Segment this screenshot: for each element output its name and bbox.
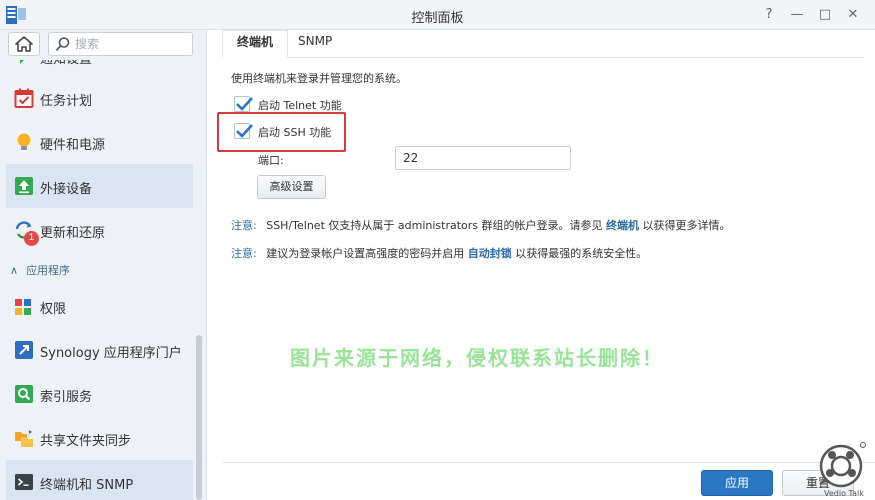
- sidebar-scrollbar[interactable]: [196, 335, 202, 500]
- close-button[interactable]: ✕: [843, 5, 863, 25]
- terminal-icon: [15, 474, 33, 490]
- search-input[interactable]: [75, 36, 187, 52]
- sidebar: 通知设置 任务计划 硬件和电源 外接设备 1: [0, 30, 207, 500]
- update-badge: 1: [24, 231, 39, 246]
- sidebar-item-label: 更新和还原: [40, 226, 106, 241]
- note-prefix: 注意:: [231, 247, 257, 260]
- section-header-label: 应用程序: [26, 264, 71, 277]
- window-title: 控制面板: [411, 11, 464, 26]
- folder-sync-icon: [15, 430, 33, 447]
- sidebar-item-terminal-snmp[interactable]: 终端机和 SNMP: [6, 460, 193, 500]
- note-text: 建议为登录帐户设置高强度的密码并启用: [266, 247, 465, 260]
- sidebar-item-hardware-power[interactable]: 硬件和电源: [6, 120, 193, 164]
- sidebar-item-folder-sync[interactable]: 共享文件夹同步: [6, 416, 193, 460]
- sidebar-item-indexing[interactable]: 索引服务: [6, 372, 193, 416]
- note-text: SSH/Telnet 仅支持从属于 administrators 群组的帐户登录…: [266, 219, 603, 232]
- note-prefix: 注意:: [231, 219, 257, 232]
- terminal-help-link[interactable]: 终端机: [606, 219, 639, 232]
- index-search-icon: [15, 385, 33, 403]
- sidebar-item-label: 外接设备: [40, 182, 93, 197]
- sidebar-item-external-devices[interactable]: 外接设备: [6, 164, 193, 208]
- portal-icon: [15, 341, 33, 359]
- home-button[interactable]: [8, 32, 40, 56]
- search-field[interactable]: [48, 32, 193, 56]
- sidebar-item-label: 共享文件夹同步: [40, 434, 132, 449]
- tab-snmp[interactable]: SNMP: [284, 30, 346, 58]
- home-icon: [15, 36, 33, 52]
- advanced-settings-button[interactable]: 高级设置: [257, 175, 326, 199]
- sidebar-item-app-portal[interactable]: Synology 应用程序门户: [6, 328, 193, 372]
- minimize-button[interactable]: —: [787, 5, 807, 25]
- chevron-up-icon: ∧: [10, 264, 19, 277]
- terminal-description: 使用终端机来登录并管理您的系统。: [231, 72, 407, 85]
- footer-bar: 应用 重置: [222, 462, 875, 500]
- sidebar-item-task-scheduler[interactable]: 任务计划: [6, 76, 193, 120]
- tab-terminal[interactable]: 终端机: [222, 30, 289, 58]
- sidebar-item-label: 权限: [40, 302, 67, 317]
- logo-text: Vedio Talk: [824, 489, 864, 498]
- sidebar-item-label: 索引服务: [40, 390, 93, 405]
- note-text-end: 以获得最强的系统安全性。: [515, 247, 648, 260]
- section-header-applications[interactable]: ∧ 应用程序: [10, 262, 70, 278]
- telnet-checkbox[interactable]: [234, 96, 253, 112]
- note-text-end: 以获得更多详情。: [642, 219, 731, 232]
- sidebar-item-label: 终端机和 SNMP: [40, 478, 134, 493]
- sidebar-item-label: 任务计划: [40, 94, 93, 109]
- note-password: 注意: 建议为登录帐户设置高强度的密码并启用 自动封锁 以获得最强的系统安全性。: [231, 245, 647, 261]
- port-label: 端口:: [258, 154, 284, 167]
- permissions-icon: [15, 299, 31, 315]
- sidebar-item-privileges[interactable]: 权限: [6, 284, 193, 328]
- sidebar-item-label: Synology 应用程序门户: [40, 346, 182, 361]
- sidebar-item-update-restore[interactable]: 1 更新和还原: [6, 208, 193, 252]
- calendar-check-icon: [14, 88, 34, 108]
- watermark-text: 图片来源于网络，侵权联系站长删除！: [290, 346, 664, 370]
- auto-block-link[interactable]: 自动封锁: [468, 247, 512, 260]
- lightbulb-icon: [17, 133, 31, 150]
- apply-button[interactable]: 应用: [701, 470, 773, 496]
- sidebar-item-label: 硬件和电源: [40, 138, 106, 153]
- ssh-highlight-box: [217, 112, 346, 152]
- telnet-label: 启动 Telnet 功能: [258, 99, 342, 112]
- help-button[interactable]: ?: [759, 5, 779, 25]
- note-ssh-admin: 注意: SSH/Telnet 仅支持从属于 administrators 群组的…: [231, 217, 731, 233]
- search-icon: [56, 37, 70, 51]
- checkmark-icon: [236, 97, 253, 111]
- upload-icon: [15, 177, 33, 195]
- port-input[interactable]: [395, 146, 571, 170]
- maximize-button[interactable]: □: [815, 5, 835, 25]
- title-bar: 控制面板 ? — □ ✕: [0, 0, 875, 30]
- tab-bar: 终端机 SNMP: [222, 30, 864, 58]
